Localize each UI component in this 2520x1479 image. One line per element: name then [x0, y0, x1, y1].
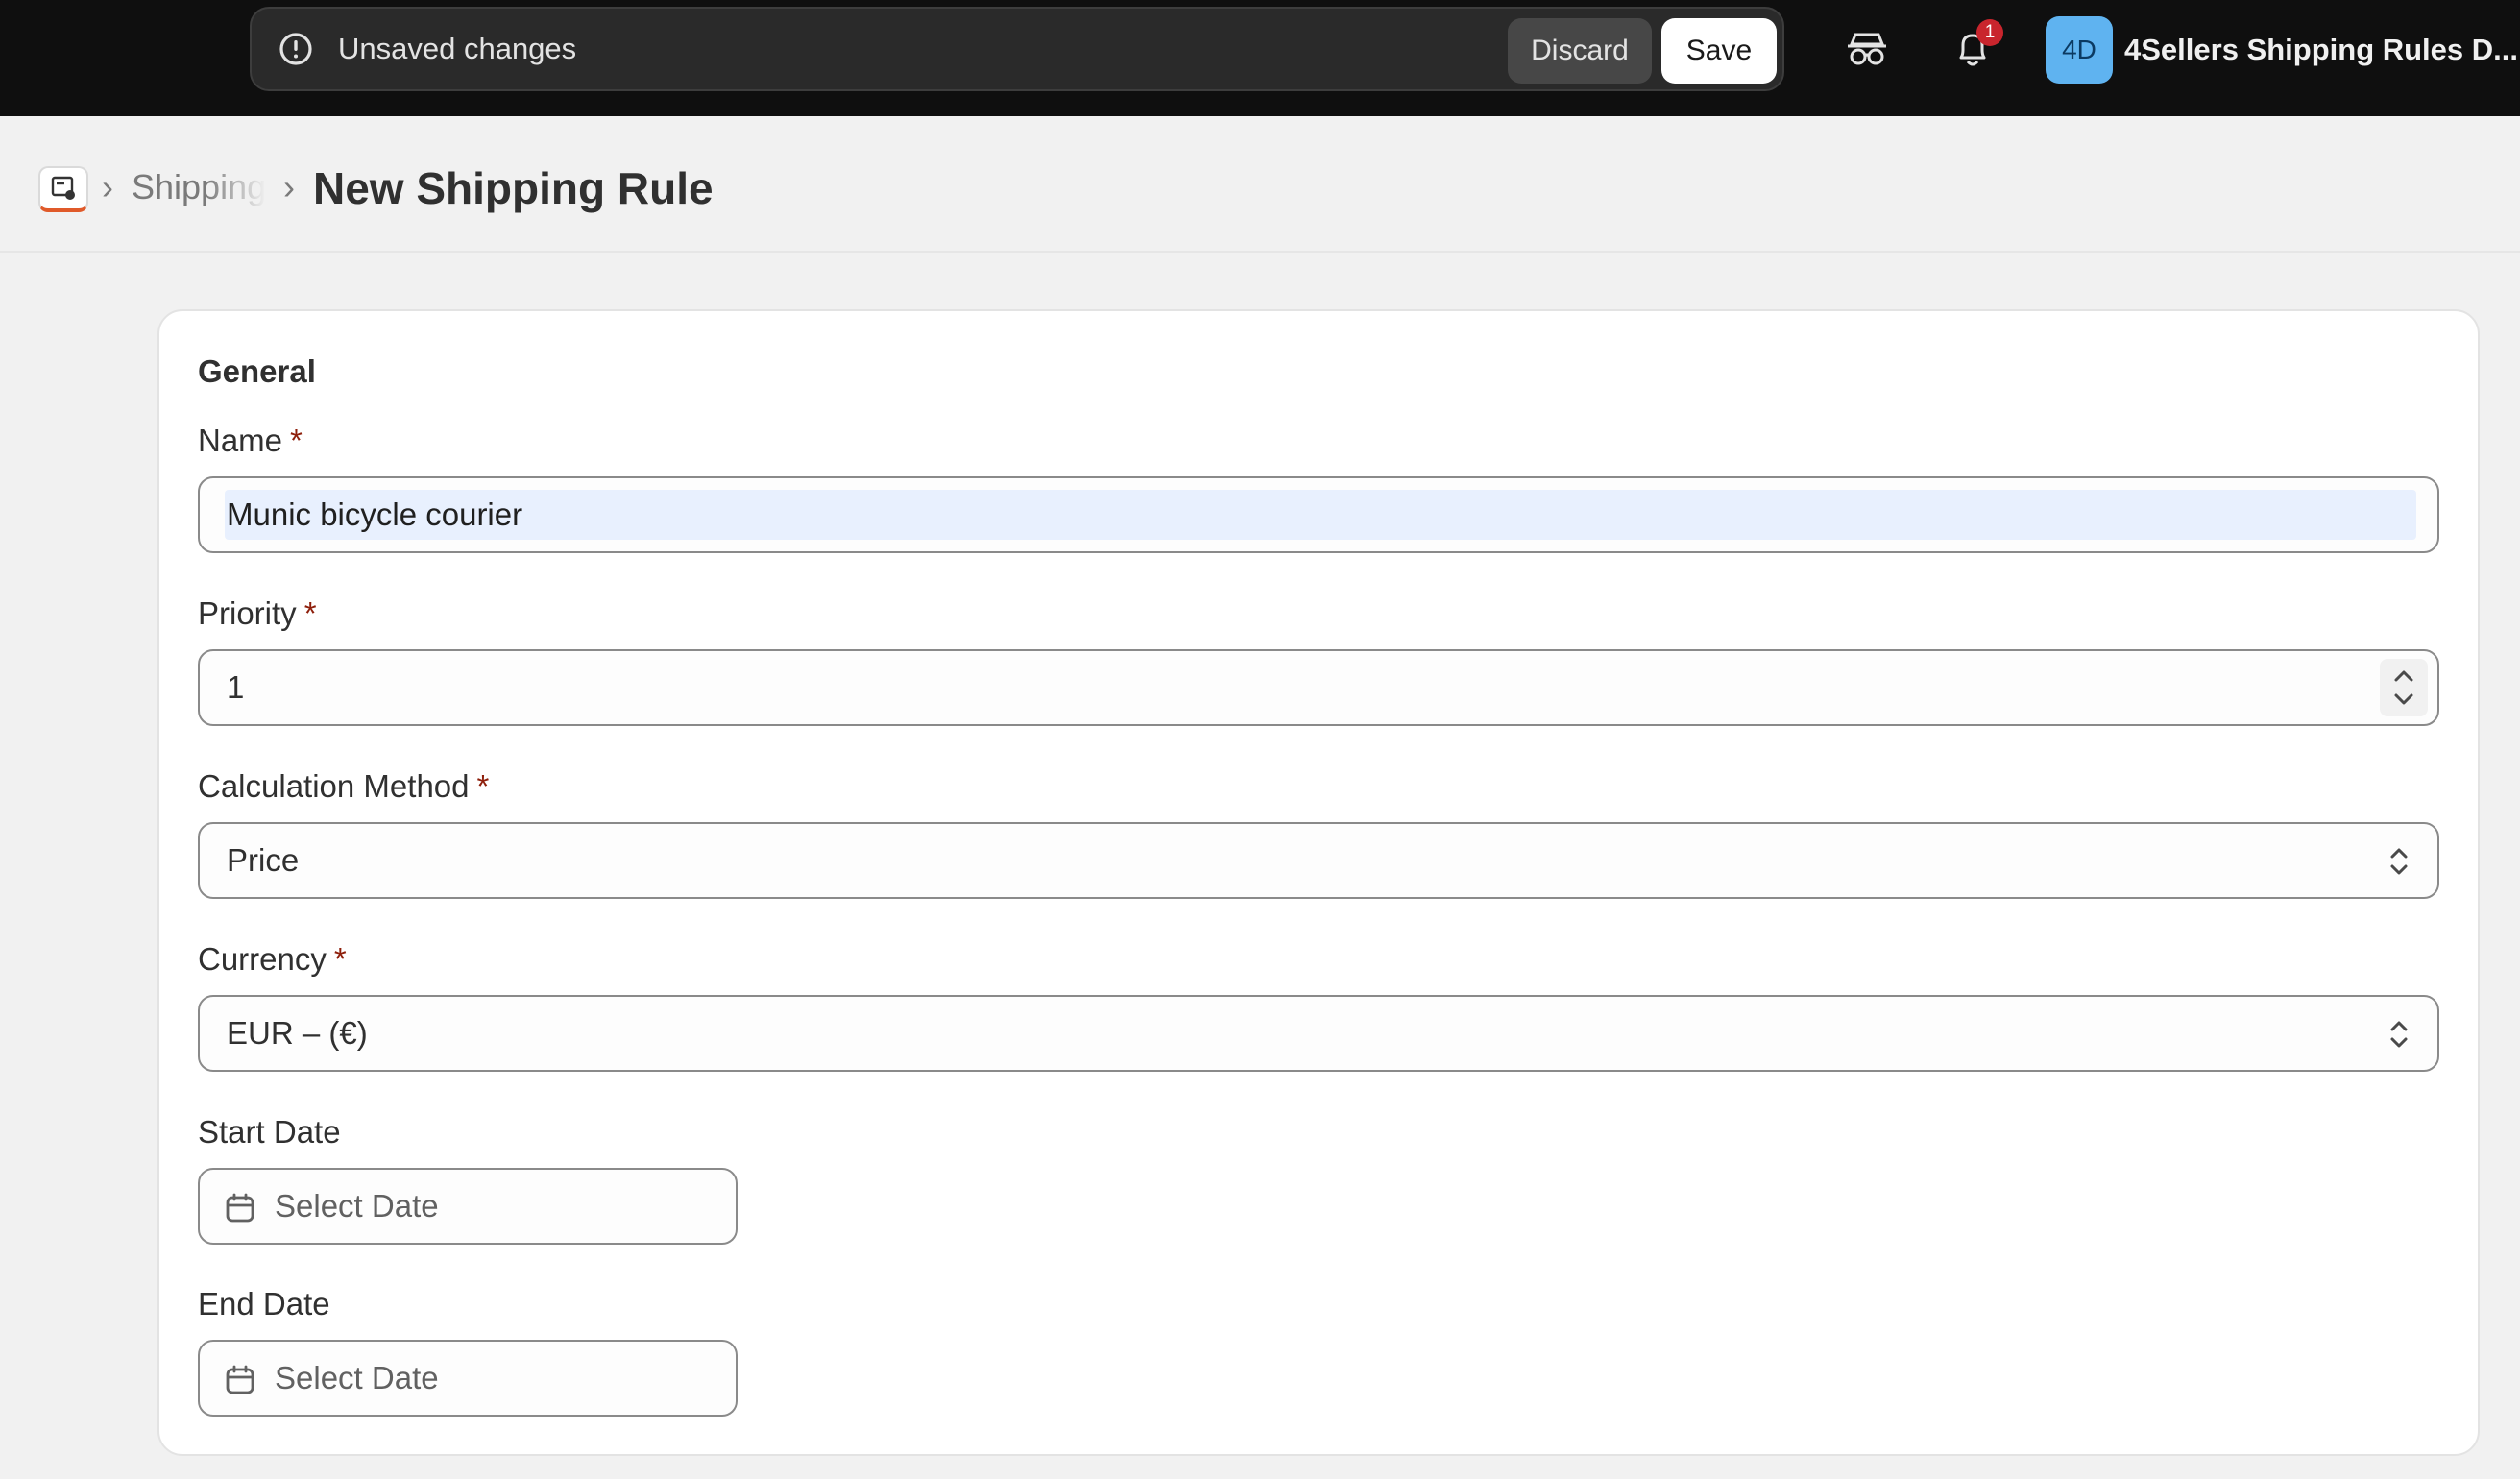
start-date-field[interactable]: Select Date	[198, 1168, 738, 1245]
breadcrumb: › Shipping › New Shipping Rule	[0, 116, 2520, 253]
section-title: General	[198, 353, 316, 389]
end-date-placeholder: Select Date	[275, 1360, 439, 1395]
name-label: Name *	[198, 423, 303, 459]
unsaved-changes-text: Unsaved changes	[338, 32, 577, 65]
calculation-method-value: Price	[227, 842, 300, 878]
discard-button[interactable]: Discard	[1508, 18, 1652, 84]
notification-badge: 1	[1976, 19, 2003, 46]
calendar-icon	[226, 1365, 254, 1394]
priority-label: Priority *	[198, 595, 317, 632]
currency-select[interactable]: EUR – (€)	[198, 995, 2439, 1072]
currency-value: EUR – (€)	[227, 1015, 368, 1051]
top-bar: Unsaved changes Discard Save 1 4D 4Selle…	[0, 0, 2520, 116]
select-arrows-icon	[2390, 848, 2408, 875]
calculation-method-label: Calculation Method *	[198, 768, 489, 805]
end-date-label: End Date	[198, 1286, 330, 1321]
currency-label-text: Currency	[198, 941, 327, 977]
currency-label: Currency *	[198, 941, 347, 978]
start-date-placeholder: Select Date	[275, 1188, 439, 1224]
breadcrumb-separator: ›	[283, 167, 295, 206]
general-card: General Name * Munic bicycle courier Prio…	[158, 309, 2480, 1456]
breadcrumb-shipping-link[interactable]: Shipping	[132, 160, 266, 214]
required-marker: *	[333, 941, 347, 977]
required-marker: *	[476, 768, 490, 804]
priority-value: 1	[227, 669, 245, 705]
name-value: Munic bicycle courier	[227, 497, 523, 532]
required-marker: *	[303, 595, 317, 631]
name-label-text: Name	[198, 423, 283, 458]
chevron-up-icon	[2394, 670, 2413, 682]
priority-label-text: Priority	[198, 595, 297, 631]
calendar-icon	[226, 1193, 254, 1223]
incognito-icon[interactable]	[1846, 31, 1888, 69]
page-title: New Shipping Rule	[313, 163, 714, 213]
select-arrows-icon	[2390, 1021, 2408, 1048]
chevron-down-icon	[2394, 693, 2413, 705]
end-date-field[interactable]: Select Date	[198, 1340, 738, 1417]
calculation-method-select[interactable]: Price	[198, 822, 2439, 899]
avatar[interactable]: 4D	[2046, 16, 2113, 84]
required-marker: *	[290, 423, 303, 458]
app-icon[interactable]	[38, 166, 88, 212]
priority-input[interactable]: 1	[198, 649, 2439, 726]
alert-circle-icon	[279, 33, 312, 65]
store-name[interactable]: 4Sellers Shipping Rules D...	[2124, 0, 2518, 100]
autofill-highlight: Munic bicycle courier	[225, 490, 2416, 540]
breadcrumb-separator: ›	[102, 167, 113, 206]
start-date-label: Start Date	[198, 1114, 341, 1150]
contextual-save-bar: Unsaved changes Discard Save	[250, 7, 1784, 91]
priority-stepper[interactable]	[2380, 659, 2428, 716]
calculation-method-label-text: Calculation Method	[198, 768, 470, 804]
name-input[interactable]: Munic bicycle courier	[198, 476, 2439, 553]
save-button[interactable]: Save	[1661, 18, 1777, 84]
